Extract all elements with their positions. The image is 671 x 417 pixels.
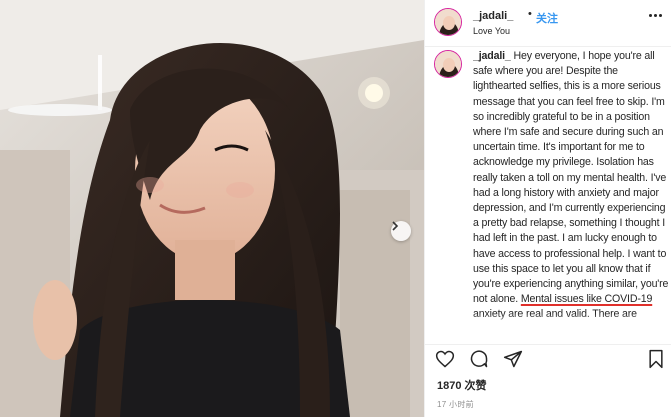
separator-dot: • (528, 8, 532, 20)
post-location[interactable]: Love You (473, 26, 510, 36)
post-panel: _jadali_ • 关注 Love You _jadali_ Hey ever… (424, 0, 671, 417)
comment-icon[interactable] (469, 349, 489, 369)
heart-icon[interactable] (435, 349, 455, 369)
action-bar (425, 344, 671, 375)
bookmark-icon[interactable] (647, 349, 665, 369)
caption-text: Hey everyone, I hope you're all safe whe… (473, 50, 669, 306)
next-photo-button[interactable] (391, 221, 411, 241)
avatar[interactable] (434, 8, 462, 36)
more-icon[interactable] (649, 14, 662, 17)
caption-highlight: Mental issues like COVID-19 (520, 293, 653, 306)
caption-avatar[interactable] (434, 50, 462, 78)
post-caption: _jadali_ Hey everyone, I hope you're all… (473, 49, 669, 324)
chevron-right-icon (392, 221, 399, 231)
caption-username[interactable]: _jadali_ (473, 50, 511, 62)
follow-button[interactable]: 关注 (536, 10, 558, 26)
post-timestamp: 17 小时前 (437, 400, 474, 409)
selfie-image (0, 0, 424, 417)
post-username[interactable]: _jadali_ (473, 10, 513, 22)
like-count[interactable]: 1870 次赞 (437, 377, 487, 393)
share-icon[interactable] (503, 349, 523, 369)
post-photo[interactable] (0, 0, 424, 417)
post-header: _jadali_ • 关注 Love You (425, 0, 671, 47)
caption-fade (473, 314, 669, 328)
